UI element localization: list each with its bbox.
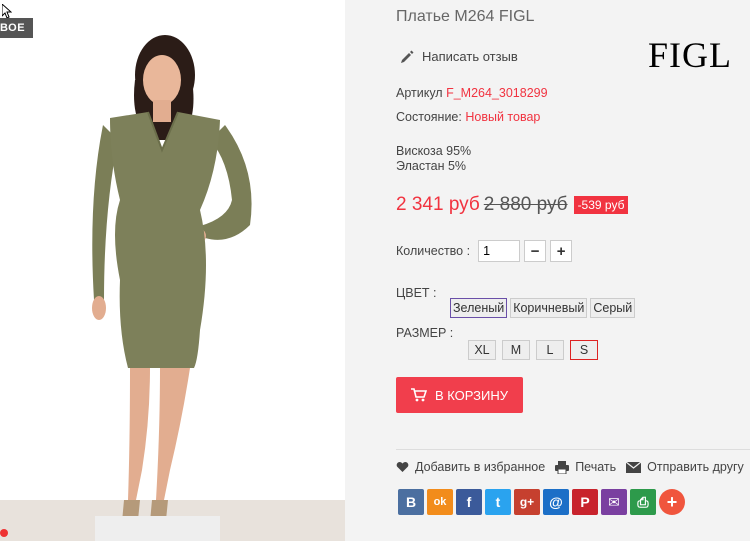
size-option-l[interactable]: L <box>536 340 564 360</box>
cart-icon <box>410 388 427 402</box>
printer-icon <box>555 460 570 474</box>
color-option-brown[interactable]: Коричневый <box>510 298 588 318</box>
size-option-xl[interactable]: XL <box>468 340 496 360</box>
print-link[interactable]: Печать <box>555 460 616 474</box>
price-block: 2 341 руб 2 880 руб -539 руб <box>396 194 629 216</box>
condition-line: Состояние: Новый товар <box>396 110 540 124</box>
size-option-m[interactable]: M <box>502 340 530 360</box>
google-plus-icon[interactable]: g+ <box>514 489 540 515</box>
add-to-favorites-link[interactable]: Добавить в избранное <box>396 460 545 474</box>
send-to-friend-link[interactable]: Отправить другу <box>626 460 744 474</box>
product-info: Платье M264 FIGL FIGL Написать отзыв Арт… <box>396 0 750 541</box>
envelope-icon <box>626 461 642 473</box>
product-title: Платье M264 FIGL <box>396 8 535 25</box>
size-options: XL M L S <box>468 340 598 360</box>
send-to-friend-label: Отправить другу <box>647 460 744 474</box>
sku-value: F_M264_3018299 <box>446 86 548 100</box>
color-option-green[interactable]: Зеленый <box>450 298 508 318</box>
condition-label: Состояние: <box>396 110 462 124</box>
sku-line: Артикул F_M264_3018299 <box>396 86 548 100</box>
condition-value: Новый товар <box>465 110 541 124</box>
color-options: Зеленый Коричневый Серый <box>450 298 636 318</box>
add-to-cart-button[interactable]: В КОРЗИНУ <box>396 377 523 413</box>
discount-badge: -539 руб <box>573 196 629 214</box>
composition-line: Эластан 5% <box>396 159 467 173</box>
brand-logo[interactable]: FIGL <box>648 34 732 76</box>
price-old: 2 880 руб <box>483 194 568 215</box>
color-option-grey[interactable]: Серый <box>590 298 636 318</box>
twitter-icon[interactable]: t <box>485 489 511 515</box>
print-share-icon[interactable]: ⎙ <box>630 489 656 515</box>
more-share-icon[interactable]: + <box>659 489 685 515</box>
email-icon[interactable]: ✉ <box>601 489 627 515</box>
composition-line: Вискоза 95% <box>396 144 472 158</box>
vk-icon[interactable]: B <box>398 489 424 515</box>
red-dot-icon <box>0 529 8 537</box>
divider <box>396 449 750 450</box>
product-image-panel[interactable]: ВОЕ <box>0 0 345 541</box>
add-to-favorites-label: Добавить в избранное <box>415 460 546 474</box>
add-to-cart-label: В КОРЗИНУ <box>434 387 509 403</box>
quantity-plus-button[interactable]: + <box>550 240 573 262</box>
product-photo[interactable] <box>0 0 345 541</box>
size-label: РАЗМЕР : <box>396 326 454 340</box>
size-option-s[interactable]: S <box>570 340 598 360</box>
quantity-minus-button[interactable]: − <box>524 240 547 262</box>
action-links: Добавить в избранное Печать Отправить др… <box>396 460 750 474</box>
odnoklassniki-icon[interactable]: ok <box>427 489 453 515</box>
social-share-bar: B ok f t g+ @ P ✉ ⎙ + <box>398 489 685 515</box>
pencil-icon <box>401 50 414 63</box>
new-badge: ВОЕ <box>0 18 34 38</box>
thumbnail-strip[interactable] <box>95 516 220 541</box>
heart-icon <box>396 461 409 472</box>
print-label: Печать <box>575 460 617 474</box>
facebook-icon[interactable]: f <box>456 489 482 515</box>
write-review-link[interactable]: Написать отзыв <box>400 49 518 64</box>
write-review-label: Написать отзыв <box>422 49 518 64</box>
color-label: ЦВЕТ : <box>396 286 437 300</box>
sku-label: Артикул <box>396 86 443 100</box>
mailru-icon[interactable]: @ <box>543 489 569 515</box>
quantity-input[interactable] <box>478 240 521 262</box>
composition: Вискоза 95% Эластан 5% <box>396 144 471 174</box>
quantity-row: Количество : − + <box>396 240 573 262</box>
mouse-cursor-icon <box>2 4 12 18</box>
price-new: 2 341 руб <box>396 194 480 215</box>
pinterest-icon[interactable]: P <box>572 489 598 515</box>
quantity-label: Количество : <box>396 244 471 258</box>
